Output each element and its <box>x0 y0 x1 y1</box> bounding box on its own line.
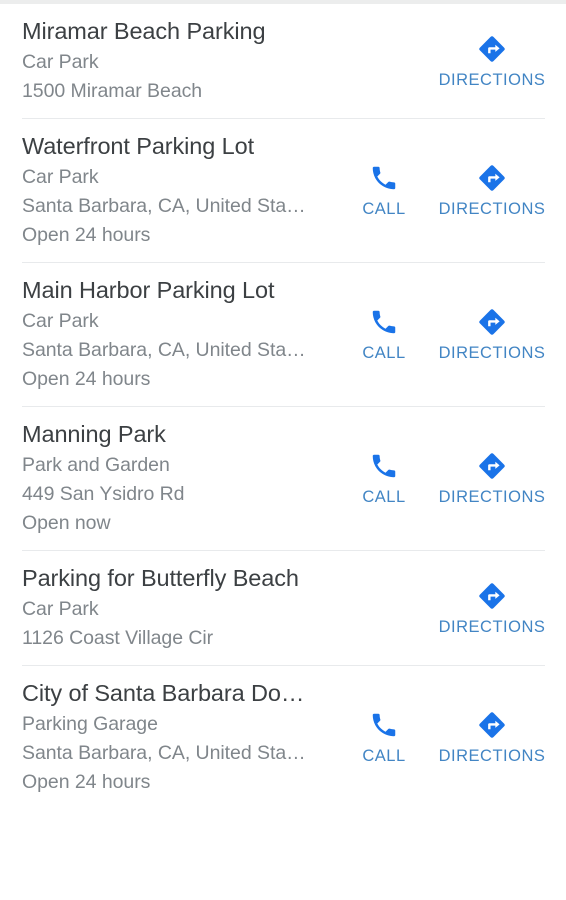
directions-button-label: DIRECTIONS <box>438 617 546 636</box>
phone-icon <box>367 161 401 195</box>
directions-diamond-icon <box>475 708 509 742</box>
place-category: Car Park <box>22 598 99 620</box>
place-hours: Open 24 hours <box>22 771 151 793</box>
place-address: 449 San Ysidro Rd <box>22 483 185 505</box>
place-hours: Open 24 hours <box>22 368 151 390</box>
place-info[interactable]: Parking for Butterfly Beach Car Park 1126 … <box>22 562 330 653</box>
place-actions: CALLDIRECTIONS <box>330 15 546 106</box>
place-address: Santa Barbara, CA, United Sta… <box>22 742 306 764</box>
place-result-row[interactable]: City of Santa Barbara Do… Parking Garage S… <box>0 666 566 810</box>
place-hours: Open 24 hours <box>22 224 151 246</box>
place-result-row[interactable]: Manning Park Park and Garden 449 San Ysidr… <box>0 407 566 551</box>
place-actions: CALL DIRECTIONS <box>330 677 546 797</box>
directions-button[interactable]: DIRECTIONS <box>438 449 546 507</box>
directions-diamond-icon <box>475 449 509 483</box>
place-title: Parking for Butterfly Beach <box>22 565 299 591</box>
place-title: Waterfront Parking Lot <box>22 133 255 159</box>
place-actions: CALL DIRECTIONS <box>330 274 546 394</box>
directions-diamond-icon <box>475 32 509 66</box>
directions-diamond-icon <box>475 161 509 195</box>
directions-diamond-icon <box>475 305 509 339</box>
phone-icon <box>367 449 401 483</box>
place-hours: Open now <box>22 512 111 534</box>
place-result-row[interactable]: Parking for Butterfly Beach Car Park 1126 … <box>0 551 566 666</box>
call-button-label: CALL <box>362 747 406 765</box>
place-category: Parking Garage <box>22 713 158 735</box>
place-category: Car Park <box>22 310 99 332</box>
place-category: Car Park <box>22 166 99 188</box>
place-info[interactable]: Waterfront Parking Lot Car Park Santa Barb… <box>22 130 330 250</box>
directions-button-label: DIRECTIONS <box>438 200 546 218</box>
directions-button-label: DIRECTIONS <box>438 747 546 765</box>
place-result-row[interactable]: Main Harbor Parking Lot Car Park Santa Bar… <box>0 263 566 407</box>
place-title: City of Santa Barbara Do… <box>22 680 305 706</box>
place-info[interactable]: City of Santa Barbara Do… Parking Garage S… <box>22 677 330 797</box>
phone-icon <box>367 708 401 742</box>
directions-button[interactable]: DIRECTIONS <box>438 161 546 219</box>
place-actions: CALL DIRECTIONS <box>330 418 546 538</box>
place-category: Car Park <box>22 51 99 73</box>
place-category: Park and Garden <box>22 454 170 476</box>
place-result-row[interactable]: Waterfront Parking Lot Car Park Santa Barb… <box>0 119 566 263</box>
directions-button-label: DIRECTIONS <box>438 70 546 89</box>
place-info[interactable]: Main Harbor Parking Lot Car Park Santa Bar… <box>22 274 330 394</box>
place-info[interactable]: Manning Park Park and Garden 449 San Ysidr… <box>22 418 330 538</box>
directions-button-label: DIRECTIONS <box>438 344 546 362</box>
directions-diamond-icon <box>475 579 509 613</box>
call-button-label: CALL <box>362 488 406 506</box>
place-actions: CALLDIRECTIONS <box>330 562 546 653</box>
place-result-row[interactable]: Miramar Beach Parking Car Park 1500 Mirama… <box>0 4 566 119</box>
directions-button[interactable]: DIRECTIONS <box>438 579 546 637</box>
call-button[interactable]: CALL <box>330 305 438 363</box>
place-actions: CALL DIRECTIONS <box>330 130 546 250</box>
call-button[interactable]: CALL <box>330 708 438 766</box>
directions-button-label: DIRECTIONS <box>438 488 546 506</box>
directions-button[interactable]: DIRECTIONS <box>438 32 546 90</box>
place-title: Manning Park <box>22 421 166 447</box>
place-title: Miramar Beach Parking <box>22 18 266 44</box>
place-results-list: Miramar Beach Parking Car Park 1500 Mirama… <box>0 4 566 810</box>
call-button[interactable]: CALL <box>330 449 438 507</box>
place-title: Main Harbor Parking Lot <box>22 277 275 303</box>
place-address: Santa Barbara, CA, United Sta… <box>22 195 306 217</box>
directions-button[interactable]: DIRECTIONS <box>438 305 546 363</box>
directions-button[interactable]: DIRECTIONS <box>438 708 546 766</box>
call-button-label: CALL <box>362 344 406 362</box>
call-button[interactable]: CALL <box>330 161 438 219</box>
place-address: 1500 Miramar Beach <box>22 80 203 102</box>
phone-icon <box>367 305 401 339</box>
place-results-screen: Miramar Beach Parking Car Park 1500 Mirama… <box>0 0 566 900</box>
call-button-label: CALL <box>362 200 406 218</box>
place-address: 1126 Coast Village Cir <box>22 627 214 649</box>
place-address: Santa Barbara, CA, United Sta… <box>22 339 306 361</box>
place-info[interactable]: Miramar Beach Parking Car Park 1500 Mirama… <box>22 15 330 106</box>
